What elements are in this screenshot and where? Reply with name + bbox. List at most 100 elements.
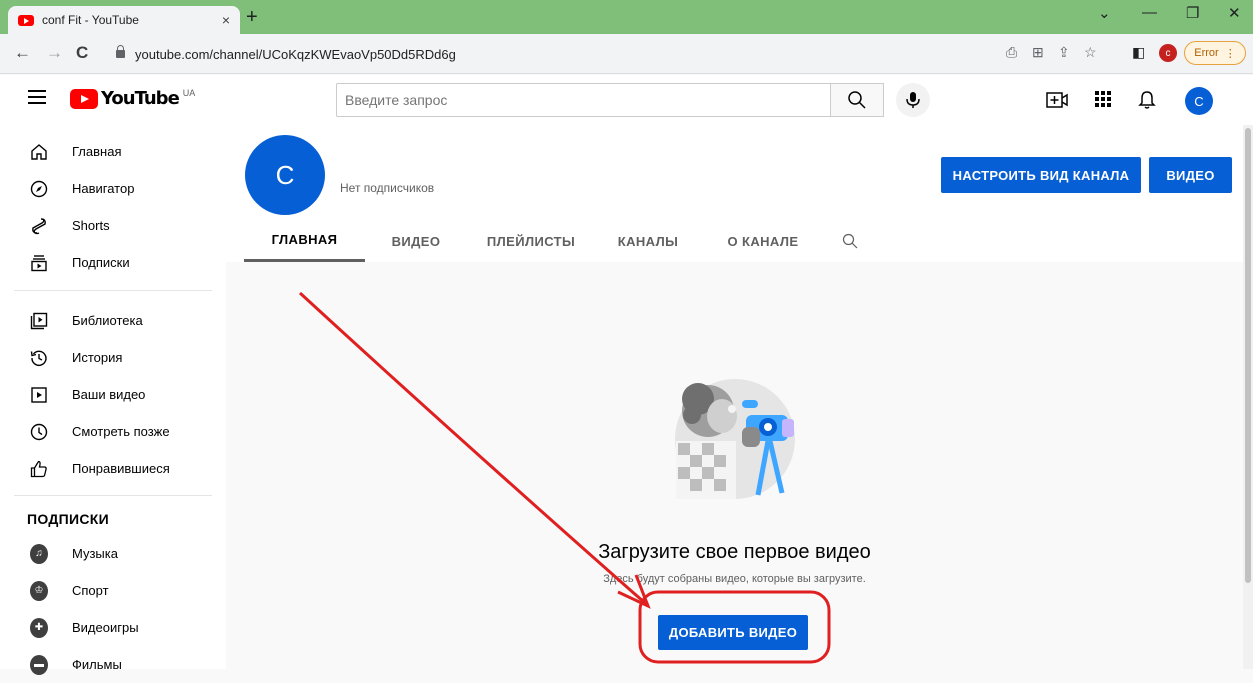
window-close-button[interactable]: ✕ <box>1228 4 1241 22</box>
tab-close-button[interactable]: × <box>222 12 230 28</box>
apps-grid-icon[interactable] <box>1094 90 1112 108</box>
subscriber-count: Нет подписчиков <box>340 181 435 195</box>
sidebar-item-subscriptions[interactable]: Подписки <box>0 244 226 281</box>
channel-content: Загрузите свое первое видео Здесь будут … <box>226 262 1243 669</box>
trophy-icon: ♔ <box>30 580 48 601</box>
subscriptions-heading: ПОДПИСКИ <box>27 511 109 527</box>
add-video-button[interactable]: ДОБАВИТЬ ВИДЕО <box>658 615 808 650</box>
install-app-icon[interactable]: ⎙ <box>1006 44 1017 61</box>
notifications-bell-icon[interactable] <box>1138 90 1156 110</box>
tab-channels[interactable]: КАНАЛЫ <box>595 220 701 262</box>
url-text: youtube.com/channel/UCoKqzKWEvaoVp50Dd5R… <box>135 46 456 62</box>
sidebar-item-label: Понравившиеся <box>72 461 170 476</box>
film-icon: ▬ <box>30 654 48 675</box>
sidebar-item-watch-later[interactable]: Смотреть позже <box>0 413 226 450</box>
forward-arrow-icon[interactable]: → <box>46 43 63 63</box>
upload-video-illustration <box>675 379 795 499</box>
sidebar-item-label: Shorts <box>72 218 110 233</box>
sidebar-item-music[interactable]: ♫ Музыка <box>0 535 226 572</box>
logo-wordmark: YouTube <box>101 88 180 109</box>
empty-state-title: Загрузите свое первое видео <box>598 541 871 563</box>
error-update-button[interactable]: Error ⋮ <box>1184 41 1246 65</box>
kebab-menu-icon: ⋮ <box>1224 47 1236 60</box>
search-button[interactable] <box>830 83 884 117</box>
menu-icon[interactable] <box>28 90 46 104</box>
history-icon <box>30 349 48 367</box>
share-icon[interactable]: ⇪ <box>1058 44 1070 61</box>
create-video-icon[interactable] <box>1046 90 1068 110</box>
subscriptions-icon <box>30 254 48 272</box>
sidebar-divider <box>14 290 212 291</box>
youtube-header: YouTube UA C <box>0 75 1253 125</box>
search-input[interactable] <box>336 83 830 117</box>
sidebar: Главная Навигатор Shorts Подписки Библио… <box>0 125 226 675</box>
shorts-icon <box>30 217 48 235</box>
empty-state-subtitle: Здесь будут собраны видео, которые вы за… <box>603 573 866 585</box>
sidebar-item-sport[interactable]: ♔ Спорт <box>0 572 226 609</box>
back-arrow-icon[interactable]: ← <box>14 43 31 63</box>
sidebar-item-movies[interactable]: ▬ Фильмы <box>0 646 226 683</box>
customize-channel-button[interactable]: НАСТРОИТЬ ВИД КАНАЛА <box>941 157 1141 193</box>
new-tab-button[interactable]: + <box>246 6 258 29</box>
your-videos-icon <box>30 386 48 404</box>
sidebar-item-liked[interactable]: Понравившиеся <box>0 450 226 487</box>
sidebar-item-label: Главная <box>72 144 122 159</box>
browser-tab-title: conf Fit - YouTube <box>42 13 139 27</box>
reload-icon[interactable]: C <box>76 43 88 63</box>
url-field[interactable]: youtube.com/channel/UCoKqzKWEvaoVp50Dd5R… <box>104 39 984 69</box>
sidebar-item-label: Смотреть позже <box>72 424 170 439</box>
sidebar-item-label: Музыка <box>72 546 118 561</box>
browser-tab[interactable]: conf Fit - YouTube × <box>8 6 240 34</box>
voice-search-button[interactable] <box>896 83 930 117</box>
youtube-favicon-icon <box>18 14 34 26</box>
tab-playlists[interactable]: ПЛЕЙЛИСТЫ <box>467 220 595 262</box>
sidebar-item-label: Библиотека <box>72 313 143 328</box>
home-icon <box>30 143 48 161</box>
sidebar-item-label: Фильмы <box>72 657 122 672</box>
side-panel-icon[interactable]: ◧ <box>1132 44 1145 61</box>
gamepad-icon: ✚ <box>30 617 48 638</box>
country-code: UA <box>182 87 196 98</box>
tab-search-dropdown-icon[interactable]: ⌄ <box>1098 4 1111 22</box>
thumbs-up-icon <box>30 460 48 478</box>
search-icon <box>842 233 858 249</box>
channel-header: C Нет подписчиков НАСТРОИТЬ ВИД КАНАЛА В… <box>226 125 1243 262</box>
tab-about[interactable]: О КАНАЛЕ <box>701 220 825 262</box>
youtube-logo[interactable]: YouTube UA <box>70 88 195 109</box>
bookmark-star-icon[interactable]: ☆ <box>1084 44 1097 61</box>
sidebar-item-home[interactable]: Главная <box>0 133 226 170</box>
user-avatar[interactable]: C <box>1185 87 1213 115</box>
restore-button[interactable]: ❐ <box>1186 4 1199 22</box>
sidebar-divider <box>14 495 212 496</box>
sidebar-item-label: Ваши видео <box>72 387 146 402</box>
error-label: Error <box>1194 47 1219 59</box>
clock-icon <box>30 423 48 441</box>
sidebar-item-explore[interactable]: Навигатор <box>0 170 226 207</box>
minimize-button[interactable]: — <box>1142 4 1157 21</box>
tab-videos[interactable]: ВИДЕО <box>365 220 467 262</box>
library-icon <box>30 312 48 330</box>
browser-tab-strip: conf Fit - YouTube × + ⌄ — ❐ ✕ <box>0 0 1253 34</box>
sidebar-item-label: Видеоигры <box>72 620 139 635</box>
channel-tabs: ГЛАВНАЯ ВИДЕО ПЛЕЙЛИСТЫ КАНАЛЫ О КАНАЛЕ <box>244 220 875 262</box>
scrollbar-thumb[interactable] <box>1245 128 1251 583</box>
music-note-icon: ♫ <box>30 543 48 564</box>
youtube-play-icon <box>70 88 98 109</box>
sidebar-item-label: Подписки <box>72 255 130 270</box>
sidebar-item-label: Спорт <box>72 583 109 598</box>
sidebar-item-gaming[interactable]: ✚ Видеоигры <box>0 609 226 646</box>
sidebar-item-library[interactable]: Библиотека <box>0 302 226 339</box>
profile-avatar[interactable]: c <box>1159 44 1177 62</box>
tab-home[interactable]: ГЛАВНАЯ <box>244 220 365 262</box>
sidebar-item-shorts[interactable]: Shorts <box>0 207 226 244</box>
channel-name-redacted <box>334 149 432 175</box>
sidebar-item-history[interactable]: История <box>0 339 226 376</box>
compass-icon <box>30 180 48 198</box>
address-bar-row: ← → C youtube.com/channel/UCoKqzKWEvaoVp… <box>0 34 1253 74</box>
manage-videos-button[interactable]: ВИДЕО <box>1149 157 1232 193</box>
translate-icon[interactable]: ⊞ <box>1032 44 1044 61</box>
sidebar-item-your-videos[interactable]: Ваши видео <box>0 376 226 413</box>
channel-search-button[interactable] <box>825 220 875 262</box>
search-icon <box>848 91 866 109</box>
channel-avatar[interactable]: C <box>245 135 325 215</box>
